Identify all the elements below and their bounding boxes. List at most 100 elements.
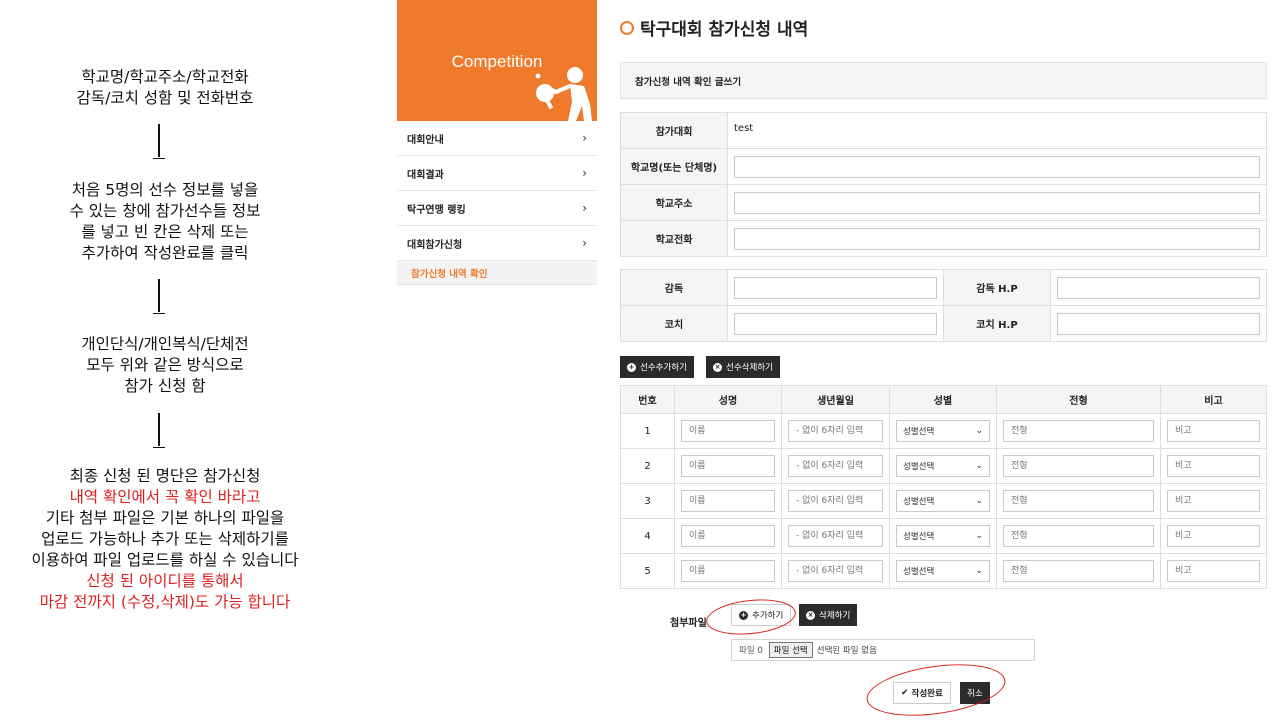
down-arrow-icon [148,413,170,449]
assistant-coach-label: 코치 [620,305,728,342]
guide-step-2: 처음 5명의 선수 정보를 넣을 수 있는 창에 참가선수들 정보 를 넣고 빈… [69,181,261,262]
sidebar-item-competition-info[interactable]: 대회안내 › [397,121,597,156]
x-icon: × [806,610,815,620]
sidebar: Competition 대회안내 › 대회결과 › 탁구연맹 랭킹 › 대회참가… [397,0,597,285]
player-birth-input[interactable] [788,420,883,442]
gender-select[interactable]: 성별선택 ⌄ [896,525,990,547]
add-player-button[interactable]: + 선수추가하기 [620,356,694,378]
player-note-input[interactable] [1167,490,1260,512]
sidebar-item-competition-results[interactable]: 대회결과 › [397,156,597,191]
header-no: 번호 [620,385,675,414]
player-number: 1 [620,413,675,449]
assistant-coach-phone-input[interactable] [1057,312,1260,335]
notice-bar: 참가신청 내역 확인 글쓰기 [620,62,1267,99]
player-birth-input[interactable] [788,490,883,512]
chevron-down-icon: ⌄ [975,531,983,541]
header-gender: 성별 [889,385,997,414]
assistant-coach-phone-label: 코치 H.P [943,305,1051,342]
guide-step-4: 최종 신청 된 명단은 참가신청 내역 확인에서 꼭 확인 바라고 기타 첨부 … [31,467,299,611]
gender-select[interactable]: 성별선택 ⌄ [896,560,990,582]
player-birth-input[interactable] [788,455,883,477]
coach-phone-input[interactable] [1057,276,1260,299]
chevron-right-icon: › [582,236,587,250]
plus-icon: + [627,362,636,372]
competition-value: test [727,112,1267,149]
gender-select[interactable]: 성별선택 ⌄ [896,455,990,477]
header-name: 성명 [674,385,782,414]
player-birth-input[interactable] [788,560,883,582]
player-type-input[interactable] [1003,525,1154,547]
player-note-input[interactable] [1167,525,1260,547]
table-row: 5 성별선택⌄ [620,553,1267,589]
table-row: 2 성별선택⌄ [620,448,1267,484]
add-attachment-button[interactable]: + 추가하기 [731,604,792,626]
down-arrow-icon [148,279,170,315]
chevron-down-icon: ⌄ [975,496,983,506]
check-icon: ✔ [901,688,909,698]
file-status-text: 선택된 파일 없음 [816,646,877,656]
player-name-input[interactable] [681,455,775,477]
school-name-label: 학교명(또는 단체명) [620,148,728,185]
player-number: 4 [620,518,675,554]
player-type-input[interactable] [1003,560,1154,582]
player-number: 3 [620,483,675,519]
school-address-input[interactable] [734,191,1260,214]
player-type-input[interactable] [1003,490,1154,512]
gender-select[interactable]: 성별선택 ⌄ [896,420,990,442]
plus-icon: + [739,610,748,620]
player-name-input[interactable] [681,560,775,582]
file-index-label: 파일 0 [739,646,763,656]
gender-select[interactable]: 성별선택 ⌄ [896,490,990,512]
cancel-button[interactable]: 취소 [960,682,990,704]
players-table: 번호 성명 생년월일 성별 전형 비고 1 성별선택⌄ 2 성별선택⌄ 3 성별선택⌄ 4 성… [620,385,1267,589]
player-name-input[interactable] [681,490,775,512]
table-tennis-player-icon [535,67,592,121]
staff-info-table: 감독 감독 H.P 코치 코치 H.P [620,269,1267,342]
player-type-input[interactable] [1003,455,1154,477]
coach-label: 감독 [620,269,728,306]
chevron-down-icon: ⌄ [975,566,983,576]
chevron-right-icon: › [582,201,587,215]
guide-step-3: 개인단식/개인복식/단체전 모두 위와 같은 방식으로 참가 신청 함 [81,335,249,395]
chevron-right-icon: › [582,131,587,145]
guide-step-1: 학교명/학교주소/학교전화 감독/코치 성함 및 전화번호 [76,68,254,107]
header-birth: 생년월일 [781,385,890,414]
file-upload-row: 파일 0 파일 선택 선택된 파일 없음 [731,639,1035,661]
player-number: 5 [620,553,675,589]
remove-attachment-button[interactable]: × 삭제하기 [799,604,858,626]
chevron-down-icon: ⌄ [975,426,983,436]
player-note-input[interactable] [1167,420,1260,442]
competition-label: 참가대회 [620,112,728,149]
sidebar-item-ranking[interactable]: 탁구연맹 랭킹 › [397,191,597,226]
table-row: 4 성별선택⌄ [620,518,1267,554]
school-info-table: 참가대회 test 학교명(또는 단체명) 학교주소 학교전화 [620,112,1267,257]
player-number: 2 [620,448,675,484]
coach-name-input[interactable] [734,276,937,299]
player-birth-input[interactable] [788,525,883,547]
header-note: 비고 [1160,385,1267,414]
school-phone-label: 학교전화 [620,220,728,257]
player-name-input[interactable] [681,420,775,442]
school-phone-input[interactable] [734,227,1260,250]
sidebar-subitem-application-history[interactable]: 참가신청 내역 확인 [397,261,597,285]
sidebar-item-application[interactable]: 대회참가신청 › [397,226,597,261]
down-arrow-icon [148,124,170,160]
circle-icon [620,20,634,35]
submit-button[interactable]: ✔ 작성완료 [893,682,951,704]
x-icon: × [713,362,722,372]
chevron-right-icon: › [582,166,587,180]
player-note-input[interactable] [1167,560,1260,582]
coach-phone-label: 감독 H.P [943,269,1051,306]
player-name-input[interactable] [681,525,775,547]
assistant-coach-name-input[interactable] [734,312,937,335]
attachment-label: 첨부파일 [670,618,707,629]
sidebar-banner: Competition [397,0,597,121]
header-type: 전형 [996,385,1161,414]
player-note-input[interactable] [1167,455,1260,477]
chevron-down-icon: ⌄ [975,461,983,471]
player-type-input[interactable] [1003,420,1154,442]
choose-file-button[interactable]: 파일 선택 [768,642,813,658]
school-name-input[interactable] [734,155,1260,178]
remove-player-button[interactable]: × 선수삭제하기 [706,356,780,378]
school-address-label: 학교주소 [620,184,728,221]
